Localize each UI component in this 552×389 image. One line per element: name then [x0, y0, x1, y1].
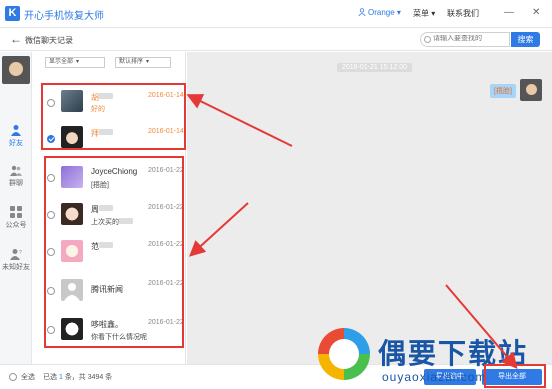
- chevron-down-icon: ▾: [396, 8, 401, 17]
- page-title: 微信聊天记录: [25, 36, 73, 45]
- minimize-button[interactable]: —: [504, 7, 514, 18]
- select-all-label: 全选: [21, 374, 35, 381]
- search-icon: [424, 36, 431, 43]
- sort-dropdown[interactable]: 默认排序 ▾: [115, 57, 171, 68]
- highlight-box-orange: [41, 83, 186, 150]
- sub-header: ← 微信聊天记录 搜索: [0, 28, 552, 51]
- avatar: [520, 79, 542, 101]
- selection-count: 已选 1 条，共 3494 条: [43, 372, 112, 382]
- filter-bar: 显示全部 ▾ 默认排序 ▾: [33, 52, 186, 70]
- chevron-down-icon: ▾: [431, 9, 436, 18]
- sort-label: 默认排序: [119, 59, 144, 65]
- show-filter-dropdown[interactable]: 显示全部 ▾: [45, 57, 105, 68]
- grid-icon: [10, 206, 22, 218]
- nav-unknown[interactable]: ? 未知好友: [0, 248, 32, 272]
- person-icon: [11, 125, 21, 136]
- contact-us-link[interactable]: 联系我们: [447, 8, 479, 19]
- chevron-down-icon: ▾: [76, 59, 80, 65]
- chat-bubble: [捂脸]: [490, 84, 516, 98]
- watermark-url: ouyaoxiazai.com: [382, 370, 487, 384]
- search-box[interactable]: [420, 32, 513, 47]
- nav-friends[interactable]: 好友: [0, 124, 32, 148]
- nav-groups-label: 群聊: [9, 180, 23, 187]
- menu-label: 菜单: [413, 9, 429, 18]
- select-all-radio[interactable]: [9, 373, 17, 381]
- svg-text:?: ?: [19, 250, 22, 256]
- title-bar: K 开心手机恢复大师 Orange ▾ 菜单 ▾ 联系我们 — ✕: [0, 0, 552, 28]
- chat-timestamp: 2016-01-21 15:12:00: [337, 63, 412, 72]
- nav-official[interactable]: 公众号: [0, 206, 32, 230]
- nav-groups[interactable]: 群聊: [0, 164, 32, 188]
- app-title: 开心手机恢复大师: [24, 11, 104, 22]
- nav-friends-label: 好友: [9, 140, 23, 147]
- unknown-user-icon: ?: [10, 249, 22, 260]
- left-nav: 好友 群聊 公众号 ? 未知好友: [0, 52, 32, 364]
- close-button[interactable]: ✕: [532, 7, 540, 18]
- app-logo: K: [5, 6, 20, 21]
- group-icon: [10, 165, 22, 176]
- user-name: Orange: [368, 8, 395, 17]
- show-filter-label: 显示全部: [49, 59, 74, 65]
- avatar[interactable]: [2, 56, 30, 84]
- search-input[interactable]: [433, 35, 513, 42]
- watermark-text: 偶要下载站: [378, 337, 529, 370]
- selected-prefix: 已选: [43, 374, 57, 381]
- selected-count: 1: [58, 374, 63, 381]
- watermark: 偶要下载站 ouyaoxiazai.com: [318, 326, 552, 389]
- highlight-box-list: [44, 156, 184, 348]
- user-icon: [358, 8, 366, 16]
- back-arrow-icon[interactable]: ←: [10, 32, 22, 46]
- user-menu[interactable]: Orange ▾: [358, 8, 401, 17]
- chevron-down-icon: ▾: [146, 59, 150, 65]
- watermark-logo-icon: [318, 328, 370, 380]
- nav-official-label: 公众号: [5, 222, 27, 229]
- search-button[interactable]: 搜索: [511, 32, 540, 47]
- total-count: 条，共 3494 条: [64, 374, 113, 381]
- menu-button[interactable]: 菜单 ▾: [413, 8, 435, 19]
- chat-area: 2016-01-21 15:12:00 [捂脸]: [187, 52, 552, 364]
- nav-unknown-label: 未知好友: [2, 264, 30, 271]
